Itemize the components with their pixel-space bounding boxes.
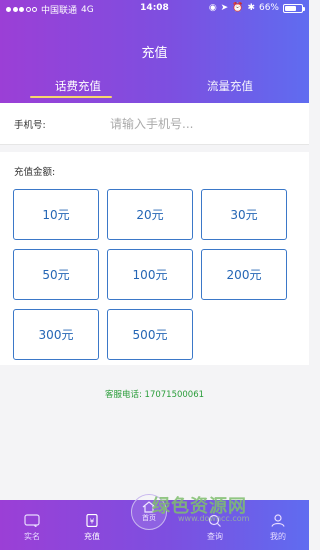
amount-option-100[interactable]: 100元 bbox=[107, 249, 193, 300]
tab-query-label: 查询 bbox=[207, 532, 223, 541]
amount-option-200[interactable]: 200元 bbox=[201, 249, 287, 300]
tab-real-name[interactable]: 实名 bbox=[12, 514, 52, 542]
tab-recharge-label: 充值 bbox=[84, 532, 100, 541]
phone-label: 手机号: bbox=[14, 120, 46, 131]
bluetooth-icon: ✱ bbox=[247, 3, 255, 13]
amount-option-500[interactable]: 500元 bbox=[107, 309, 193, 360]
recharge-icon: ¥ bbox=[86, 514, 98, 527]
battery-icon bbox=[283, 3, 305, 13]
alarm-icon: ⏰ bbox=[232, 3, 244, 13]
tab-real-name-label: 实名 bbox=[24, 532, 40, 541]
amount-label: 充值金额: bbox=[14, 167, 56, 178]
service-phone[interactable]: 客服电话: 17071500061 bbox=[0, 388, 309, 400]
tab-mine[interactable]: 我的 bbox=[258, 514, 298, 542]
lock-rotation-icon: ◉ bbox=[208, 3, 217, 13]
tab-recharge[interactable]: ¥ 充值 bbox=[72, 514, 112, 542]
header: 中国联通 4G 14:08 ◉ ➤ ⏰ ✱ 66% 充值 话费充值 流量充值 bbox=[0, 0, 309, 103]
tab-mine-label: 我的 bbox=[270, 532, 286, 541]
battery-percent: 66% bbox=[258, 3, 279, 13]
user-icon bbox=[271, 514, 285, 527]
amount-option-10[interactable]: 10元 bbox=[13, 189, 99, 240]
svg-text:¥: ¥ bbox=[90, 518, 95, 526]
tab-phone-recharge[interactable]: 话费充值 bbox=[28, 78, 128, 94]
amount-section: 充值金额: 10元 20元 30元 50元 100元 200元 300元 500… bbox=[0, 152, 309, 365]
status-bar: 中国联通 4G 14:08 ◉ ➤ ⏰ ✱ 66% bbox=[0, 0, 309, 18]
id-card-icon bbox=[24, 514, 40, 527]
tab-data-recharge[interactable]: 流量充值 bbox=[180, 78, 280, 94]
amount-option-50[interactable]: 50元 bbox=[13, 249, 99, 300]
amount-option-20[interactable]: 20元 bbox=[107, 189, 193, 240]
phone-input[interactable] bbox=[110, 112, 295, 136]
page-title: 充值 bbox=[141, 46, 168, 61]
location-icon: ➤ bbox=[220, 3, 229, 13]
amount-option-30[interactable]: 30元 bbox=[201, 189, 287, 240]
tab-bar-top: 话费充值 流量充值 bbox=[0, 78, 309, 98]
watermark-url: www.downcc.com bbox=[178, 514, 250, 523]
amount-option-300[interactable]: 300元 bbox=[13, 309, 99, 360]
phone-row: 手机号: bbox=[0, 103, 309, 145]
active-tab-indicator bbox=[30, 96, 112, 98]
